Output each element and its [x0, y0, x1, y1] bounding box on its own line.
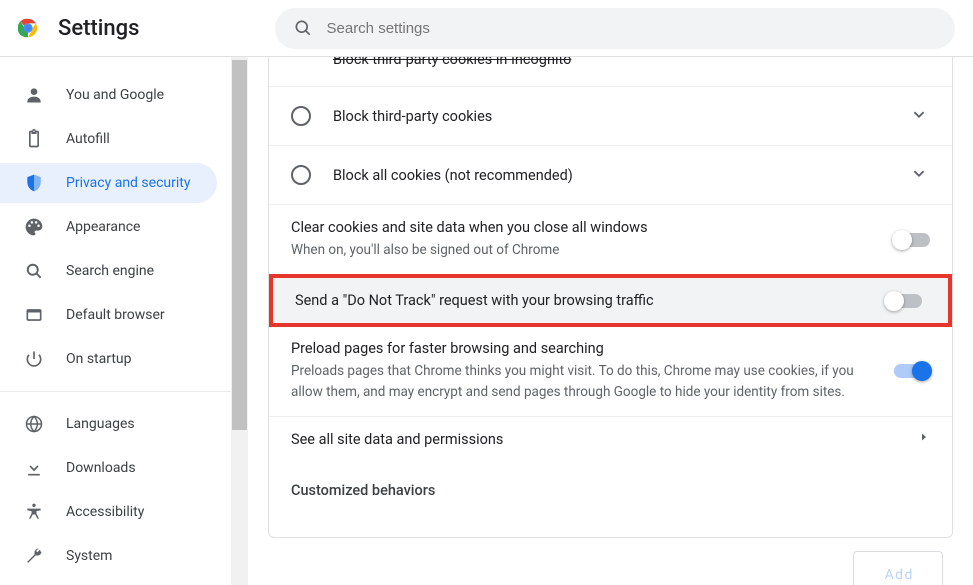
search-icon: [293, 18, 313, 38]
wrench-icon: [24, 546, 44, 566]
clipboard-icon: [24, 129, 44, 149]
palette-icon: [24, 217, 44, 237]
button-label: A d d: [885, 567, 912, 583]
setting-sub: Preloads pages that Chrome thinks you mi…: [291, 361, 876, 402]
sidebar: You and Google Autofill Privacy and secu…: [0, 57, 240, 585]
clear-on-exit-row[interactable]: Clear cookies and site data when you clo…: [269, 205, 952, 275]
sidebar-item-search-engine[interactable]: Search engine: [0, 251, 217, 291]
sidebar-item-label: Appearance: [66, 219, 140, 235]
setting-title: Send a "Do Not Track" request with your …: [295, 292, 886, 309]
setting-text: Send a "Do Not Track" request with your …: [295, 292, 886, 309]
browser-icon: [24, 305, 44, 325]
cookie-option-incognito[interactable]: Block third-party cookies in Incognito: [269, 57, 952, 87]
sidebar-item-label: Accessibility: [66, 504, 144, 520]
sidebar-item-label: Default browser: [66, 307, 165, 323]
option-label: Block third-party cookies: [333, 108, 886, 125]
sidebar-item-autofill[interactable]: Autofill: [0, 119, 217, 159]
page-title: Settings: [58, 16, 139, 41]
accessibility-icon: [24, 502, 44, 522]
clear-on-exit-toggle[interactable]: [894, 233, 930, 247]
radio-icon: [291, 165, 311, 185]
sidebar-item-accessibility[interactable]: Accessibility: [0, 492, 217, 532]
sidebar-item-label: Privacy and security: [66, 175, 190, 191]
sidebar-item-label: On startup: [66, 351, 132, 367]
search-input[interactable]: [327, 20, 937, 37]
chrome-logo-icon: [16, 16, 40, 40]
sidebar-item-label: You and Google: [66, 87, 164, 103]
setting-text: Clear cookies and site data when you clo…: [291, 219, 876, 260]
add-button-partial[interactable]: A d d: [853, 551, 943, 585]
customized-behaviors-heading: Customized behaviors: [269, 462, 952, 507]
sidebar-item-privacy-security[interactable]: Privacy and security: [0, 163, 217, 203]
nav-divider: [0, 391, 239, 392]
sidebar-item-label: Autofill: [66, 131, 110, 147]
shield-icon: [24, 173, 44, 193]
setting-title: Clear cookies and site data when you clo…: [291, 219, 876, 236]
sidebar-item-default-browser[interactable]: Default browser: [0, 295, 217, 335]
see-all-site-data-row[interactable]: See all site data and permissions: [269, 417, 952, 462]
chevron-down-icon[interactable]: [908, 103, 930, 129]
search-container: [272, 8, 957, 49]
settings-card: Block third-party cookies in Incognito B…: [268, 57, 953, 538]
arrow-right-icon: [918, 431, 930, 447]
search-icon: [24, 261, 44, 281]
sidebar-item-system[interactable]: System: [0, 536, 217, 576]
setting-text: Preload pages for faster browsing and se…: [291, 340, 876, 402]
sidebar-item-label: Languages: [66, 416, 135, 432]
setting-sub: When on, you'll also be signed out of Ch…: [291, 240, 876, 260]
do-not-track-row[interactable]: Send a "Do Not Track" request with your …: [269, 274, 952, 327]
sidebar-item-you-and-google[interactable]: You and Google: [0, 75, 217, 115]
sidebar-item-label: System: [66, 548, 112, 564]
option-label: Block all cookies (not recommended): [333, 167, 886, 184]
sidebar-item-appearance[interactable]: Appearance: [0, 207, 217, 247]
search-box[interactable]: [275, 8, 955, 49]
radio-icon: [291, 106, 311, 126]
download-icon: [24, 458, 44, 478]
preload-toggle[interactable]: [894, 364, 930, 378]
do-not-track-toggle[interactable]: [886, 294, 922, 308]
sidebar-item-downloads[interactable]: Downloads: [0, 448, 217, 488]
brand: Settings: [16, 16, 256, 41]
setting-title: Preload pages for faster browsing and se…: [291, 340, 876, 357]
preload-pages-row[interactable]: Preload pages for faster browsing and se…: [269, 326, 952, 417]
option-label: Block third-party cookies in Incognito: [333, 57, 886, 68]
sidebar-item-languages[interactable]: Languages: [0, 404, 217, 444]
sidebar-item-label: Search engine: [66, 263, 154, 279]
chevron-down-icon[interactable]: [908, 162, 930, 188]
sidebar-item-on-startup[interactable]: On startup: [0, 339, 217, 379]
setting-text: See all site data and permissions: [291, 431, 900, 448]
main-content: Block third-party cookies in Incognito B…: [240, 57, 973, 585]
globe-icon: [24, 414, 44, 434]
topbar: Settings: [0, 0, 973, 57]
cookie-option-block-all[interactable]: Block all cookies (not recommended): [269, 146, 952, 205]
cookie-option-block-third-party[interactable]: Block third-party cookies: [269, 87, 952, 146]
sidebar-item-label: Downloads: [66, 460, 136, 476]
person-icon: [24, 85, 44, 105]
power-icon: [24, 349, 44, 369]
setting-title: See all site data and permissions: [291, 431, 900, 448]
